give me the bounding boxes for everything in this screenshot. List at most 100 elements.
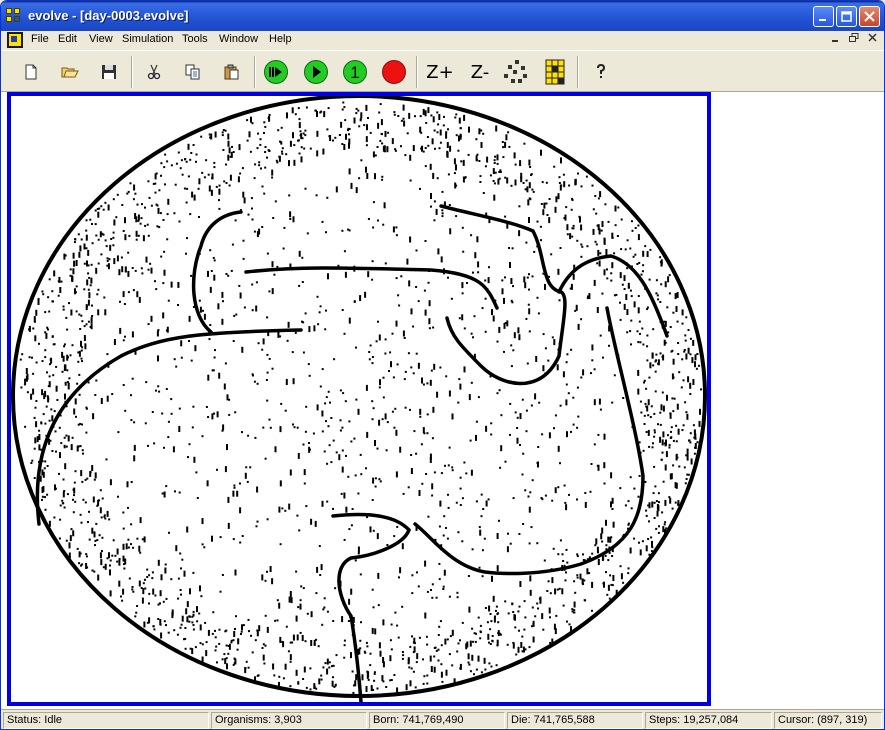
organism-dot xyxy=(266,156,268,159)
organism-dot xyxy=(381,142,384,145)
open-button[interactable] xyxy=(57,59,83,85)
organism-dot xyxy=(246,480,249,483)
organism-dot xyxy=(668,292,671,295)
scatter-view-button[interactable] xyxy=(503,59,529,85)
organism-dot xyxy=(257,342,260,345)
organism-dot xyxy=(648,376,651,379)
organism-dot xyxy=(485,425,488,432)
organism-dot xyxy=(355,112,358,115)
organism-dot xyxy=(24,425,27,428)
organism-dot xyxy=(506,320,509,327)
organism-dot xyxy=(512,349,515,352)
organism-dot xyxy=(350,182,353,189)
organism-dot xyxy=(648,520,650,523)
document-icon[interactable] xyxy=(7,32,23,48)
organism-dot xyxy=(218,372,221,379)
organism-dot xyxy=(470,234,473,237)
organism-dot xyxy=(164,563,167,566)
mdi-restore-button[interactable] xyxy=(846,33,862,47)
organism-dot xyxy=(604,554,607,557)
organism-dot xyxy=(395,234,398,237)
organism-dot xyxy=(487,498,490,501)
maximize-button[interactable] xyxy=(836,6,857,27)
simulation-canvas[interactable] xyxy=(7,92,711,706)
organism-dot xyxy=(266,626,269,633)
cut-button[interactable] xyxy=(141,59,167,85)
organism-dot xyxy=(686,448,689,455)
organism-dot xyxy=(225,657,228,660)
grid-view-button[interactable] xyxy=(542,59,568,85)
organism-dot xyxy=(173,212,176,215)
organism-dot xyxy=(205,406,208,408)
mdi-close-button[interactable] xyxy=(865,33,881,47)
organism-dot xyxy=(401,543,404,550)
organism-dot xyxy=(692,379,695,385)
step-one-button[interactable]: 1 xyxy=(342,59,368,85)
organism-dot xyxy=(216,661,218,664)
copy-button[interactable] xyxy=(180,59,206,85)
organism-dot xyxy=(68,552,71,559)
organism-dot xyxy=(664,499,667,506)
organism-dot xyxy=(433,363,436,370)
run-fast-button[interactable] xyxy=(263,59,289,85)
organism-dot xyxy=(491,635,494,637)
run-button[interactable] xyxy=(303,59,329,85)
organism-dot xyxy=(409,408,411,411)
new-button[interactable] xyxy=(18,59,44,85)
world-view[interactable] xyxy=(11,96,707,702)
organism-dot xyxy=(152,625,155,628)
app-icon[interactable] xyxy=(6,8,22,24)
organism-dot xyxy=(448,595,451,598)
organism-dot xyxy=(178,491,181,494)
minimize-icon xyxy=(832,40,838,42)
organism-dot xyxy=(194,646,197,649)
paste-button[interactable] xyxy=(219,59,245,85)
organism-dot xyxy=(672,464,675,467)
organism-dot xyxy=(73,260,76,267)
menu-window[interactable]: Window xyxy=(219,33,258,45)
organism-dot xyxy=(683,466,686,469)
menu-help[interactable]: Help xyxy=(269,33,292,45)
organism-dot xyxy=(234,411,237,414)
organism-dot xyxy=(496,154,499,161)
organism-dot xyxy=(94,539,97,542)
organism-dot xyxy=(684,334,687,337)
organism-dot xyxy=(439,620,442,623)
stop-button[interactable] xyxy=(381,59,407,85)
organism-dot xyxy=(659,301,662,303)
organism-dot xyxy=(251,651,254,654)
title-bar[interactable]: evolve - [day-0003.evolve] xyxy=(1,1,884,31)
menu-tools[interactable]: Tools xyxy=(182,33,208,45)
organism-dot xyxy=(664,521,667,524)
organism-dot xyxy=(365,104,368,111)
organism-dot xyxy=(166,160,169,163)
menu-file[interactable]: File xyxy=(31,33,49,45)
organism-dot xyxy=(489,613,492,615)
organism-dot xyxy=(123,567,126,570)
organism-dot xyxy=(245,466,248,469)
menu-simulation[interactable]: Simulation xyxy=(122,33,173,45)
organism-dot xyxy=(700,388,702,391)
minimize-button[interactable] xyxy=(813,6,834,27)
organism-dot xyxy=(619,487,622,490)
organism-dot xyxy=(45,405,48,408)
close-button[interactable] xyxy=(859,6,880,27)
save-button[interactable] xyxy=(96,59,122,85)
organism-dot xyxy=(139,222,142,225)
organism-dot xyxy=(509,433,511,436)
organism-dot xyxy=(316,111,318,117)
organism-dot xyxy=(81,346,84,349)
menu-edit[interactable]: Edit xyxy=(58,33,77,45)
help-button[interactable] xyxy=(588,59,614,85)
organism-dot xyxy=(289,591,292,597)
mdi-minimize-button[interactable] xyxy=(828,33,844,47)
organism-dot xyxy=(198,299,201,302)
menu-view[interactable]: View xyxy=(89,33,113,45)
organism-dot xyxy=(347,475,350,478)
organism-dot xyxy=(532,636,535,643)
zoom-out-button[interactable]: Z- xyxy=(465,59,495,85)
organism-dot xyxy=(438,562,441,565)
zoom-in-button[interactable]: Z+ xyxy=(425,59,455,85)
organism-dot xyxy=(662,431,665,438)
organism-dot xyxy=(576,553,579,556)
